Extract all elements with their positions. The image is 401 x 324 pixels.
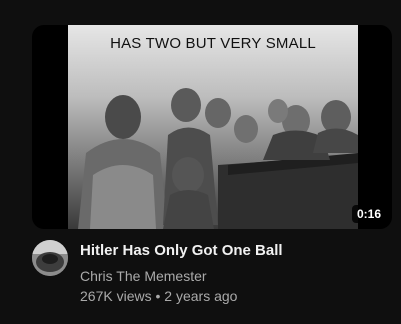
thumbnail-photo [68,25,358,229]
video-title[interactable]: Hitler Has Only Got One Ball [80,241,380,261]
thumbnail-caption: HAS TWO BUT VERY SMALL [110,35,316,52]
channel-avatar[interactable] [32,240,68,276]
video-stats: 267K views • 2 years ago [80,286,380,306]
view-count: 267K views [80,288,152,304]
video-thumbnail[interactable]: HAS TWO BUT VERY SMALL 0:16 [32,25,392,229]
thumbnail-image: HAS TWO BUT VERY SMALL [68,25,358,229]
duration-badge: 0:16 [351,205,386,223]
video-details: Hitler Has Only Got One Ball Chris The M… [80,241,380,306]
avatar-icon [32,240,68,276]
channel-name[interactable]: Chris The Memester [80,266,380,286]
upload-age: 2 years ago [164,288,238,304]
video-card: HAS TWO BUT VERY SMALL 0:16 Hitler Has O… [0,0,401,324]
stats-separator: • [155,288,161,304]
